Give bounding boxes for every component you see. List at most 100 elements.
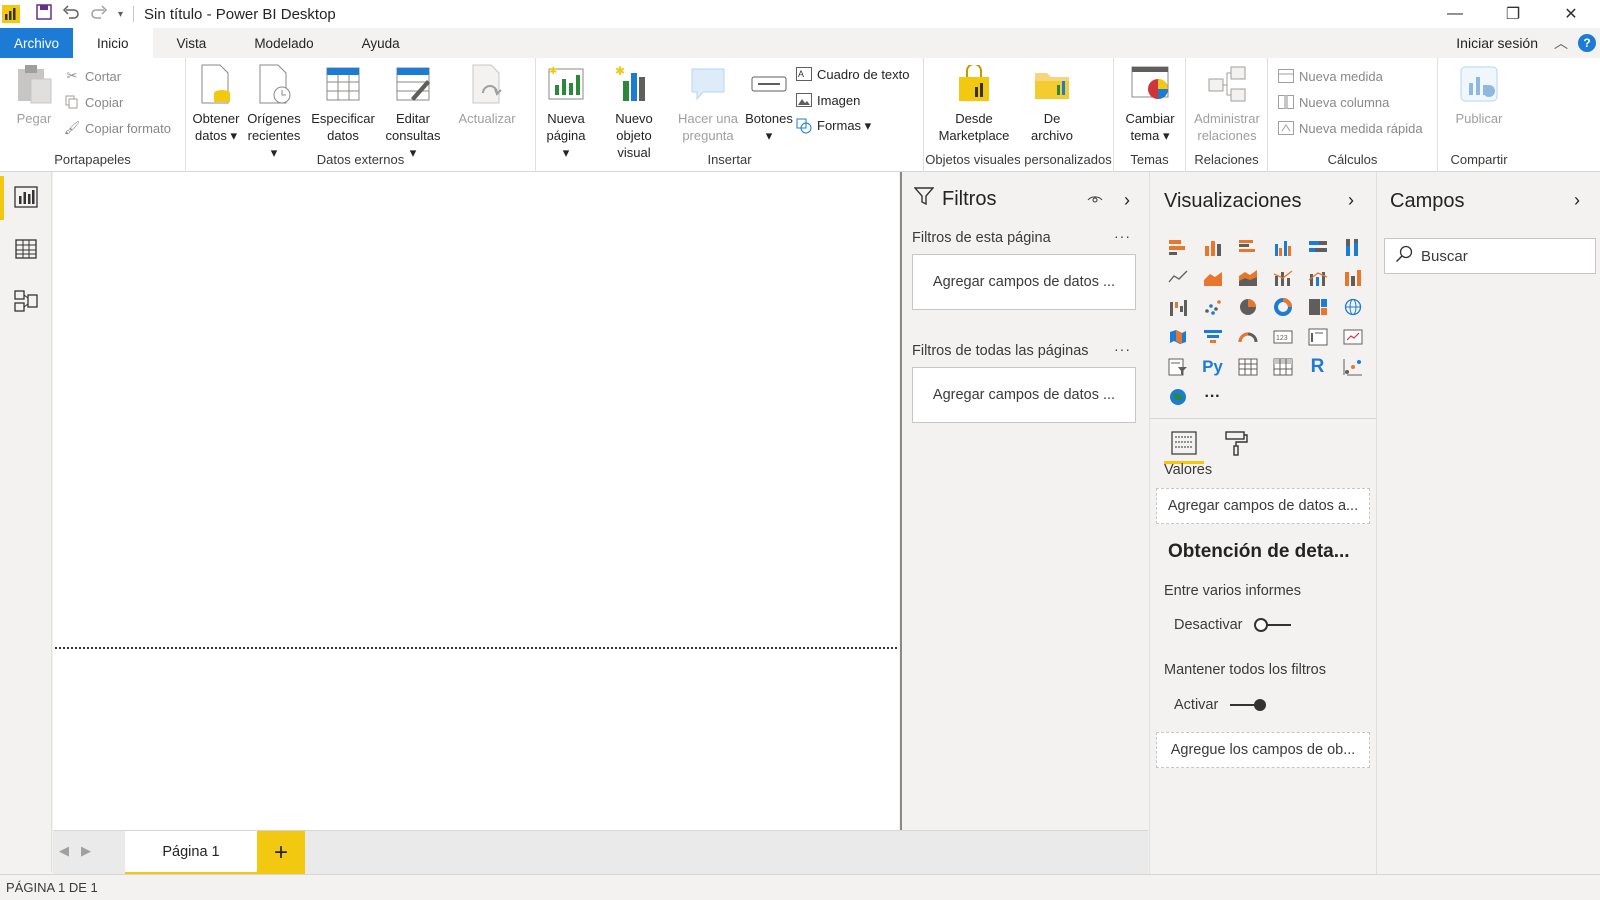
- page-tab-1[interactable]: Página 1: [125, 831, 257, 875]
- from-file-button[interactable]: De archivo: [1020, 62, 1084, 144]
- slicer-icon[interactable]: [1160, 352, 1195, 382]
- new-visual-button[interactable]: ✱ Nuevo objeto visual: [598, 62, 670, 161]
- help-icon[interactable]: ?: [1578, 34, 1596, 52]
- buttons-dropdown-icon: ▾: [765, 128, 773, 143]
- multi-row-card-icon[interactable]: [1300, 322, 1335, 352]
- close-button[interactable]: ✕: [1542, 0, 1600, 28]
- more-options-icon[interactable]: ···: [1114, 228, 1131, 244]
- enter-data-button[interactable]: Especificar datos: [311, 62, 375, 144]
- more-visuals-icon[interactable]: ···: [1195, 382, 1230, 412]
- shapes-icon: [796, 118, 812, 134]
- quick-measure-button[interactable]: Nueva medida rápida: [1278, 120, 1423, 136]
- 100-stacked-bar-chart-icon[interactable]: [1300, 232, 1335, 262]
- matrix-visual-icon[interactable]: [1265, 352, 1300, 382]
- map-icon[interactable]: [1335, 292, 1370, 322]
- save-icon[interactable]: [36, 4, 52, 24]
- data-view-button[interactable]: [0, 224, 52, 276]
- ribbon-chart-icon[interactable]: [1335, 262, 1370, 292]
- tab-archivo[interactable]: Archivo: [0, 28, 74, 58]
- kpi-icon[interactable]: [1335, 322, 1370, 352]
- edit-queries-button[interactable]: Editar consultas ▾: [382, 62, 444, 161]
- copy-format-button[interactable]: 🖌 Copiar formato: [64, 120, 171, 136]
- tab-vista[interactable]: Vista: [153, 28, 231, 58]
- switch-theme-button[interactable]: Cambiar tema ▾: [1120, 62, 1180, 144]
- stacked-area-chart-icon[interactable]: [1230, 262, 1265, 292]
- scatter-chart-icon[interactable]: [1195, 292, 1230, 322]
- waterfall-chart-icon[interactable]: [1160, 292, 1195, 322]
- svg-text:123: 123: [1276, 335, 1288, 342]
- line-and-column-chart-icon[interactable]: [1265, 262, 1300, 292]
- get-data-button[interactable]: Obtener datos ▾: [193, 62, 240, 144]
- textbox-button[interactable]: A Cuadro de texto: [796, 66, 910, 82]
- filters-this-page-well[interactable]: Agregar campos de datos ...: [912, 254, 1136, 310]
- collapse-ribbon-icon[interactable]: ︿: [1554, 33, 1568, 53]
- copy-button[interactable]: Copiar: [64, 94, 123, 110]
- keep-filters-toggle[interactable]: Activar: [1174, 697, 1268, 713]
- new-visual-icon: ✱: [612, 62, 656, 106]
- values-drop-zone[interactable]: Agregar campos de datos a...: [1156, 488, 1370, 524]
- clustered-bar-chart-icon[interactable]: [1230, 232, 1265, 262]
- tab-inicio[interactable]: Inicio: [73, 28, 153, 58]
- model-view-button[interactable]: [0, 276, 52, 328]
- r-visual-icon[interactable]: R: [1300, 352, 1335, 382]
- key-influencers-icon[interactable]: [1335, 352, 1370, 382]
- fields-title: Campos: [1390, 190, 1465, 212]
- refresh-button[interactable]: Actualizar: [456, 62, 518, 127]
- next-page-arrow-icon[interactable]: ▶: [81, 843, 91, 859]
- 100-stacked-column-chart-icon[interactable]: [1335, 232, 1370, 262]
- redo-icon[interactable]: [90, 4, 108, 24]
- stacked-bar-chart-icon[interactable]: [1160, 232, 1195, 262]
- shapes-button[interactable]: Formas ▾: [796, 118, 871, 134]
- more-options-icon[interactable]: ···: [1114, 341, 1131, 357]
- tab-modelado[interactable]: Modelado: [230, 28, 337, 58]
- funnel-chart-icon[interactable]: [1195, 322, 1230, 352]
- treemap-icon[interactable]: [1300, 292, 1335, 322]
- gauge-icon[interactable]: [1230, 322, 1265, 352]
- clustered-column-chart-icon[interactable]: [1265, 232, 1300, 262]
- paste-button[interactable]: Pegar: [12, 62, 56, 127]
- tab-ayuda[interactable]: Ayuda: [338, 28, 424, 58]
- from-marketplace-button[interactable]: Desde Marketplace: [936, 62, 1012, 144]
- filled-map-icon[interactable]: [1160, 322, 1195, 352]
- restore-button[interactable]: ❐: [1484, 0, 1542, 28]
- collapse-filters-chevron-icon[interactable]: ›: [1124, 190, 1130, 211]
- area-chart-icon[interactable]: [1195, 262, 1230, 292]
- new-measure-button[interactable]: Nueva medida: [1278, 68, 1383, 84]
- add-page-button[interactable]: +: [257, 831, 305, 875]
- report-view-button[interactable]: [0, 172, 52, 224]
- fields-search-input[interactable]: Buscar: [1384, 238, 1596, 274]
- prev-page-arrow-icon[interactable]: ◀: [59, 843, 69, 859]
- manage-relationships-button[interactable]: Administrar relaciones: [1190, 62, 1264, 144]
- donut-chart-icon[interactable]: [1265, 292, 1300, 322]
- customize-toolbar-icon[interactable]: ▾: [118, 9, 123, 20]
- arcgis-map-icon[interactable]: [1160, 382, 1195, 412]
- format-tab[interactable]: [1216, 424, 1256, 464]
- buttons-button[interactable]: Botones ▾: [744, 62, 794, 144]
- minimize-button[interactable]: —: [1426, 0, 1484, 28]
- drillthrough-drop-zone[interactable]: Agregue los campos de ob...: [1156, 732, 1370, 768]
- cut-button[interactable]: ✂ Cortar: [64, 68, 122, 84]
- new-page-button[interactable]: ✱ Nueva página ▾: [542, 62, 590, 161]
- card-icon[interactable]: 123: [1265, 322, 1300, 352]
- new-column-button[interactable]: Nueva columna: [1278, 94, 1389, 110]
- pie-chart-icon[interactable]: [1230, 292, 1265, 322]
- publish-button[interactable]: Publicar: [1442, 62, 1516, 127]
- collapse-fields-chevron-icon[interactable]: ›: [1574, 190, 1580, 211]
- ask-question-button[interactable]: Hacer una pregunta: [676, 62, 740, 144]
- recent-sources-button[interactable]: Orígenes recientes ▾: [246, 62, 302, 161]
- stacked-column-chart-icon[interactable]: [1195, 232, 1230, 262]
- table-visual-icon[interactable]: [1230, 352, 1265, 382]
- eye-icon[interactable]: [1087, 192, 1103, 207]
- report-canvas[interactable]: [53, 172, 899, 830]
- fields-well-tab[interactable]: [1164, 424, 1204, 464]
- line-and-clustered-column-chart-icon[interactable]: [1300, 262, 1335, 292]
- line-chart-icon[interactable]: [1160, 262, 1195, 292]
- filters-all-pages-well[interactable]: Agregar campos de datos ...: [912, 367, 1136, 423]
- cross-report-toggle[interactable]: Desactivar: [1174, 617, 1293, 633]
- collapse-visualizations-chevron-icon[interactable]: ›: [1348, 190, 1354, 211]
- title-bar: ▾ Sin título - Power BI Desktop — ❐ ✕: [0, 0, 1600, 28]
- signin-link[interactable]: Iniciar sesión: [1456, 35, 1538, 51]
- image-button[interactable]: Imagen: [796, 92, 860, 108]
- python-visual-icon[interactable]: Py: [1195, 352, 1230, 382]
- undo-icon[interactable]: [62, 4, 80, 24]
